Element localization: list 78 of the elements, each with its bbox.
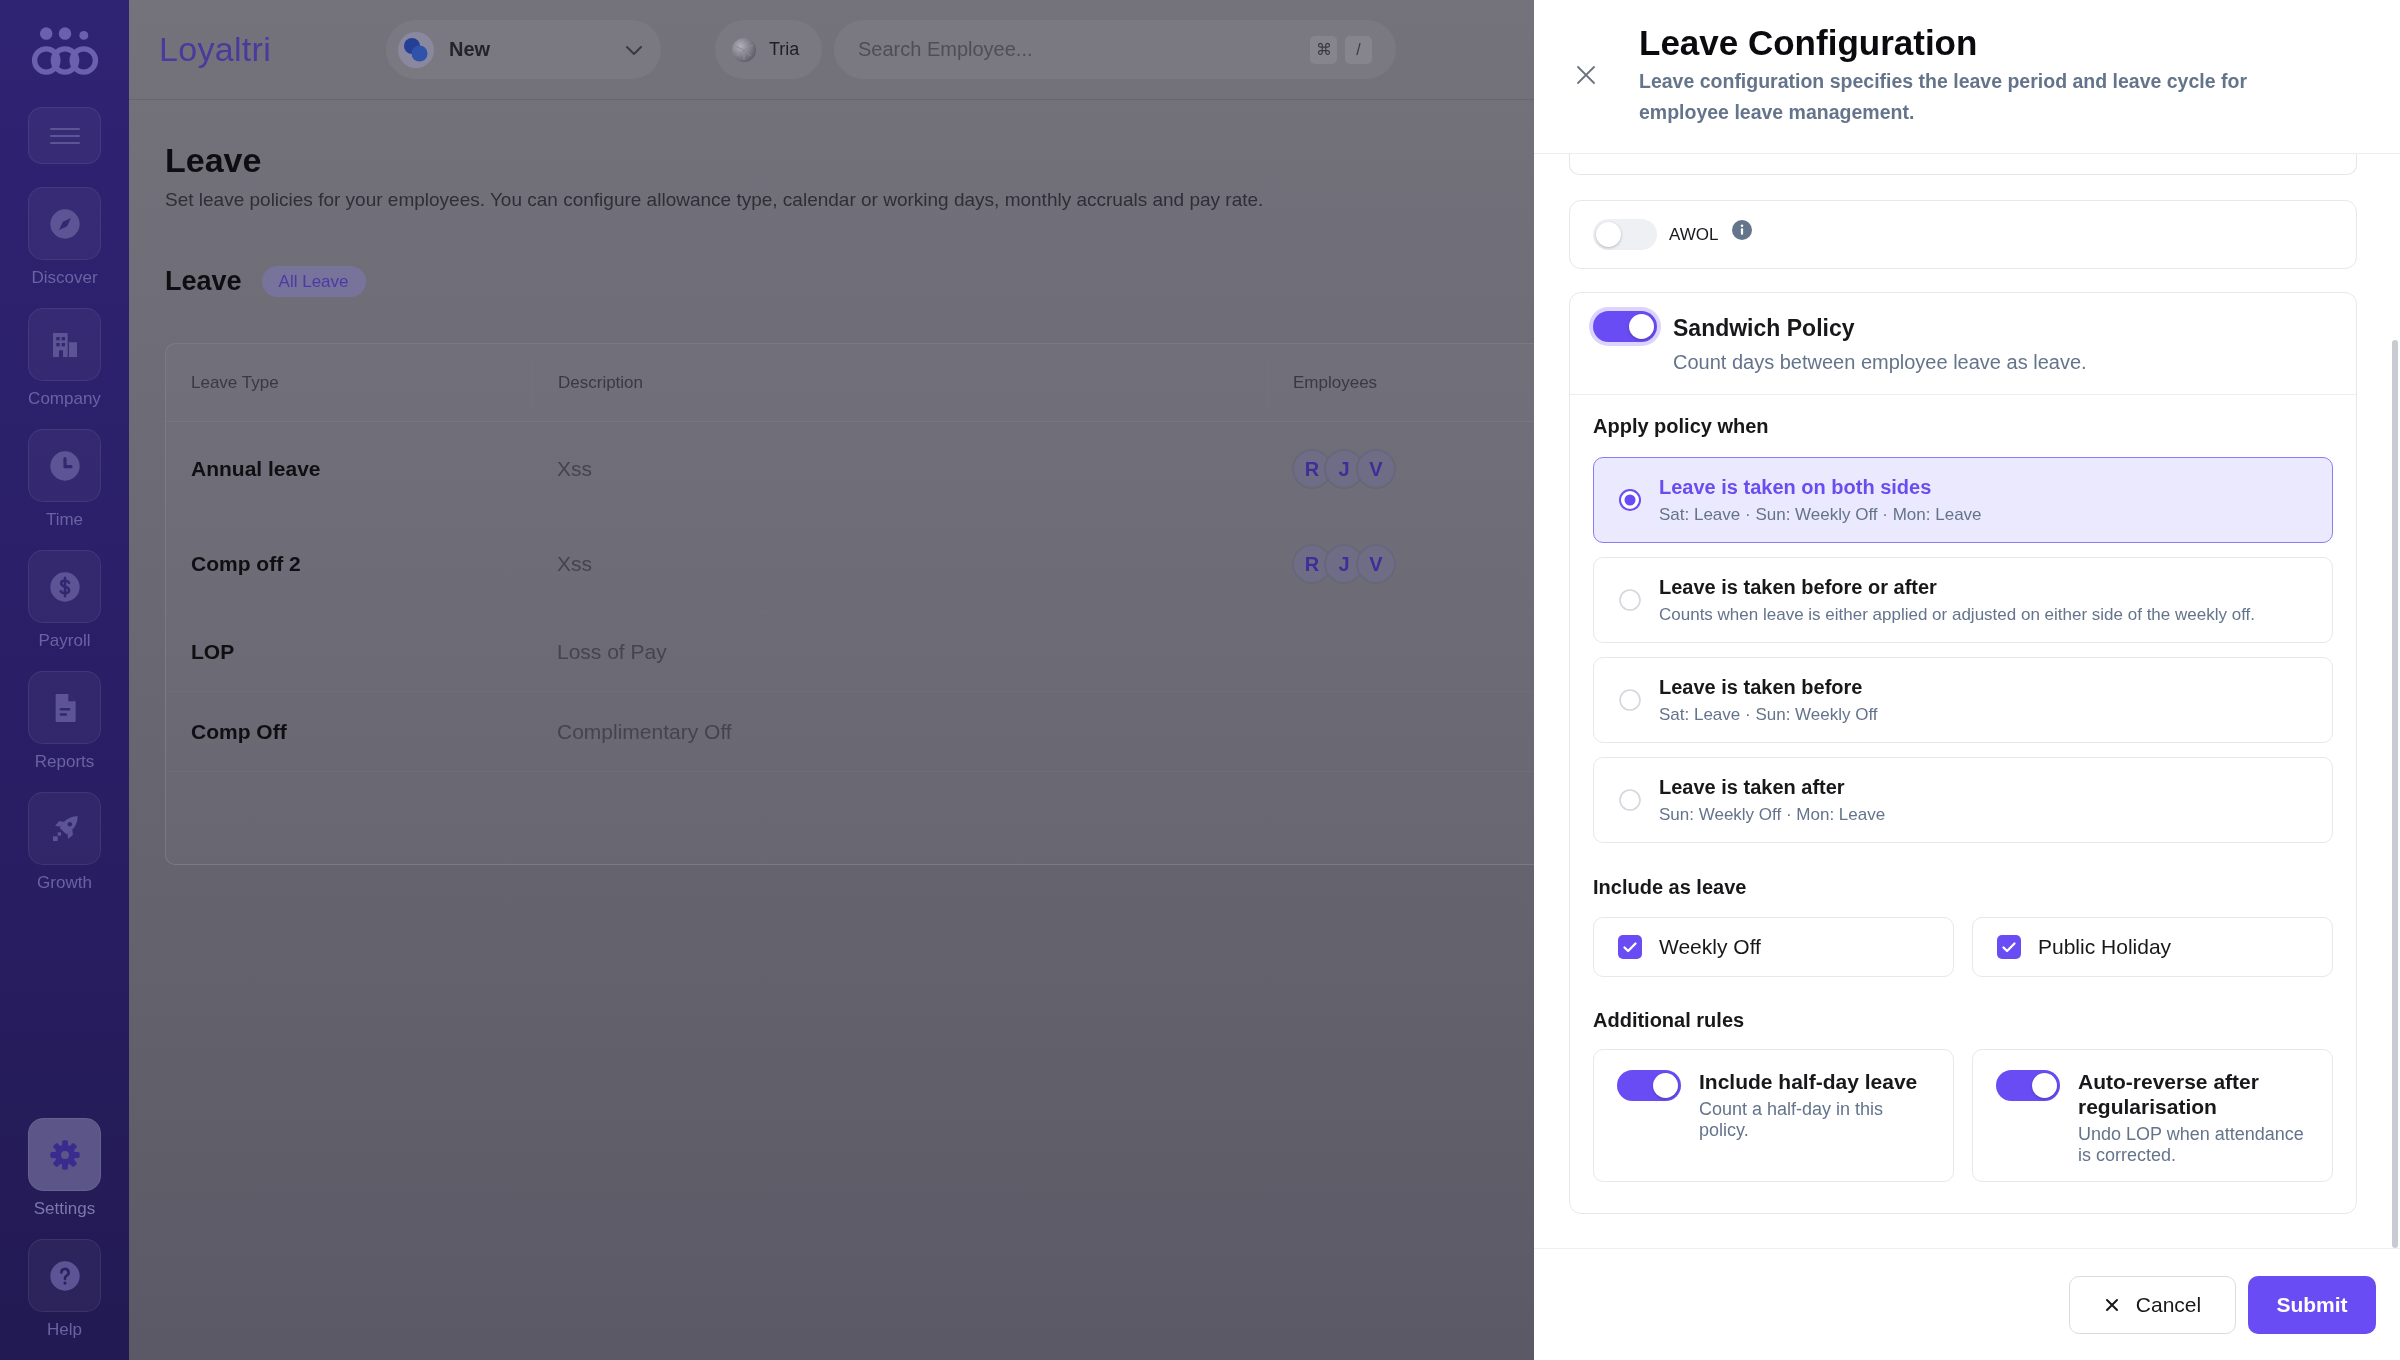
submit-button[interactable]: Submit: [2248, 1275, 2376, 1334]
rule-title: Include half-day leave: [1699, 1069, 1919, 1094]
radio-option[interactable]: Leave is taken before Sat: Leave · Sun: Weekly Off: [1593, 657, 2333, 743]
page-description: Set leave policies for your employees. You can configure allowance type, calendar or working days, monthly accruals and pay rate.: [165, 188, 1264, 212]
option-title: Leave is taken before or after: [1659, 575, 1937, 600]
checkbox-label: Weekly Off: [1659, 935, 1761, 959]
radio-option[interactable]: Leave is taken before or after Counts when leave is either applied or adjusted on either side of the weekly off.: [1593, 557, 2333, 643]
nav-label[interactable]: Settings: [33, 1199, 96, 1219]
close-icon: [2103, 1296, 2120, 1313]
option-description: Sun: Weekly Off · Mon: Leave: [1659, 804, 1886, 826]
option-description: Sat: Leave · Sun: Weekly Off · Mon: Leave: [1659, 504, 1982, 526]
rule-title: Auto-reverse after regularisation: [2078, 1069, 2260, 1119]
section-heading: Include as leave: [1593, 875, 1747, 899]
toggle-switch[interactable]: [1593, 219, 1657, 250]
shortcut-key: /: [1345, 35, 1372, 64]
user-chip[interactable]: Tria: [715, 20, 822, 79]
nav-label[interactable]: Help: [47, 1320, 82, 1340]
checkbox[interactable]: [1997, 935, 2021, 959]
checkbox-option[interactable]: Weekly Off: [1593, 917, 1954, 977]
chevron-down-icon: [625, 43, 643, 56]
nav-button[interactable]: [28, 1118, 101, 1191]
dollar-icon: [48, 570, 81, 603]
nav-label[interactable]: Reports: [34, 752, 95, 772]
column-header: Employees: [1293, 372, 1378, 393]
scrollbar-thumb[interactable]: [2392, 340, 2398, 1248]
policy-title: Sandwich Policy: [1673, 314, 1855, 343]
brand-name: Loyaltri: [159, 30, 271, 69]
nav-label[interactable]: Time: [45, 510, 84, 530]
table-cell: Annual leave: [191, 457, 321, 481]
toggle-switch[interactable]: [1617, 1070, 1681, 1101]
nav-label[interactable]: Company: [28, 389, 101, 409]
radio-button[interactable]: [1619, 489, 1641, 511]
table-cell: Comp Off: [191, 719, 287, 744]
drawer-title: Leave Configuration: [1639, 22, 1978, 64]
option-description: Sat: Leave · Sun: Weekly Off: [1659, 704, 1878, 726]
rule-description: Count a half-day in this policy.: [1699, 1099, 1885, 1141]
question-icon: [48, 1259, 81, 1292]
drawer-description: Leave configuration specifies the leave period and leave cycle for employee leave management.: [1639, 69, 2248, 125]
rule-description: Undo LOP when attendance is corrected.: [2078, 1124, 2305, 1166]
menu-icon: [49, 126, 80, 145]
table-cell: Comp off 2: [191, 552, 301, 576]
gear-icon: [48, 1138, 81, 1171]
workspace-dropdown[interactable]: New: [386, 20, 661, 79]
info-icon[interactable]: [1732, 219, 1753, 240]
radio-option[interactable]: Leave is taken after Sun: Weekly Off · Mon: Leave: [1593, 757, 2333, 843]
nav-label[interactable]: Discover: [31, 268, 98, 288]
nav-label[interactable]: Payroll: [38, 631, 91, 651]
date-field[interactable]: [1569, 154, 2357, 175]
sphere-icon: [731, 36, 757, 63]
toggle-switch[interactable]: [1996, 1070, 2060, 1101]
column-header: Leave Type: [191, 372, 279, 393]
section-heading: Additional rules: [1593, 1008, 1745, 1032]
nav-label[interactable]: Growth: [37, 873, 92, 893]
shortcut-key: ⌘: [1310, 35, 1337, 64]
policy-description: Count days between employee leave as leave.: [1673, 350, 2087, 375]
section-title: Leave: [165, 266, 242, 297]
avatar: V: [1356, 544, 1396, 584]
clock-icon: [48, 449, 81, 482]
circles-icon: [397, 30, 435, 69]
checkbox-option[interactable]: Public Holiday: [1972, 917, 2333, 977]
toggle-label: AWOL: [1669, 224, 1719, 245]
column-header: Description: [558, 372, 644, 393]
checkbox[interactable]: [1618, 935, 1642, 959]
section-heading: Apply policy when: [1593, 414, 1769, 438]
menu-button[interactable]: [28, 107, 101, 164]
filter-chip[interactable]: All Leave: [261, 266, 366, 297]
page-title: Leave: [165, 140, 262, 180]
compass-icon: [48, 207, 81, 240]
cancel-button[interactable]: Cancel: [2069, 1275, 2236, 1334]
avatar: V: [1356, 449, 1396, 489]
option-description: Counts when leave is either applied or adjusted on either side of the weekly off.: [1659, 604, 2255, 626]
logo-icon: [30, 25, 99, 78]
radio-option[interactable]: Leave is taken on both sides Sat: Leave · Sun: Weekly Off · Mon: Leave: [1593, 457, 2333, 543]
option-title: Leave is taken after: [1659, 775, 1845, 800]
table-cell: LOP: [191, 639, 235, 664]
checkbox-label: Public Holiday: [2038, 935, 2172, 959]
option-title: Leave is taken on both sides: [1659, 475, 1932, 500]
option-title: Leave is taken before: [1659, 675, 1863, 700]
